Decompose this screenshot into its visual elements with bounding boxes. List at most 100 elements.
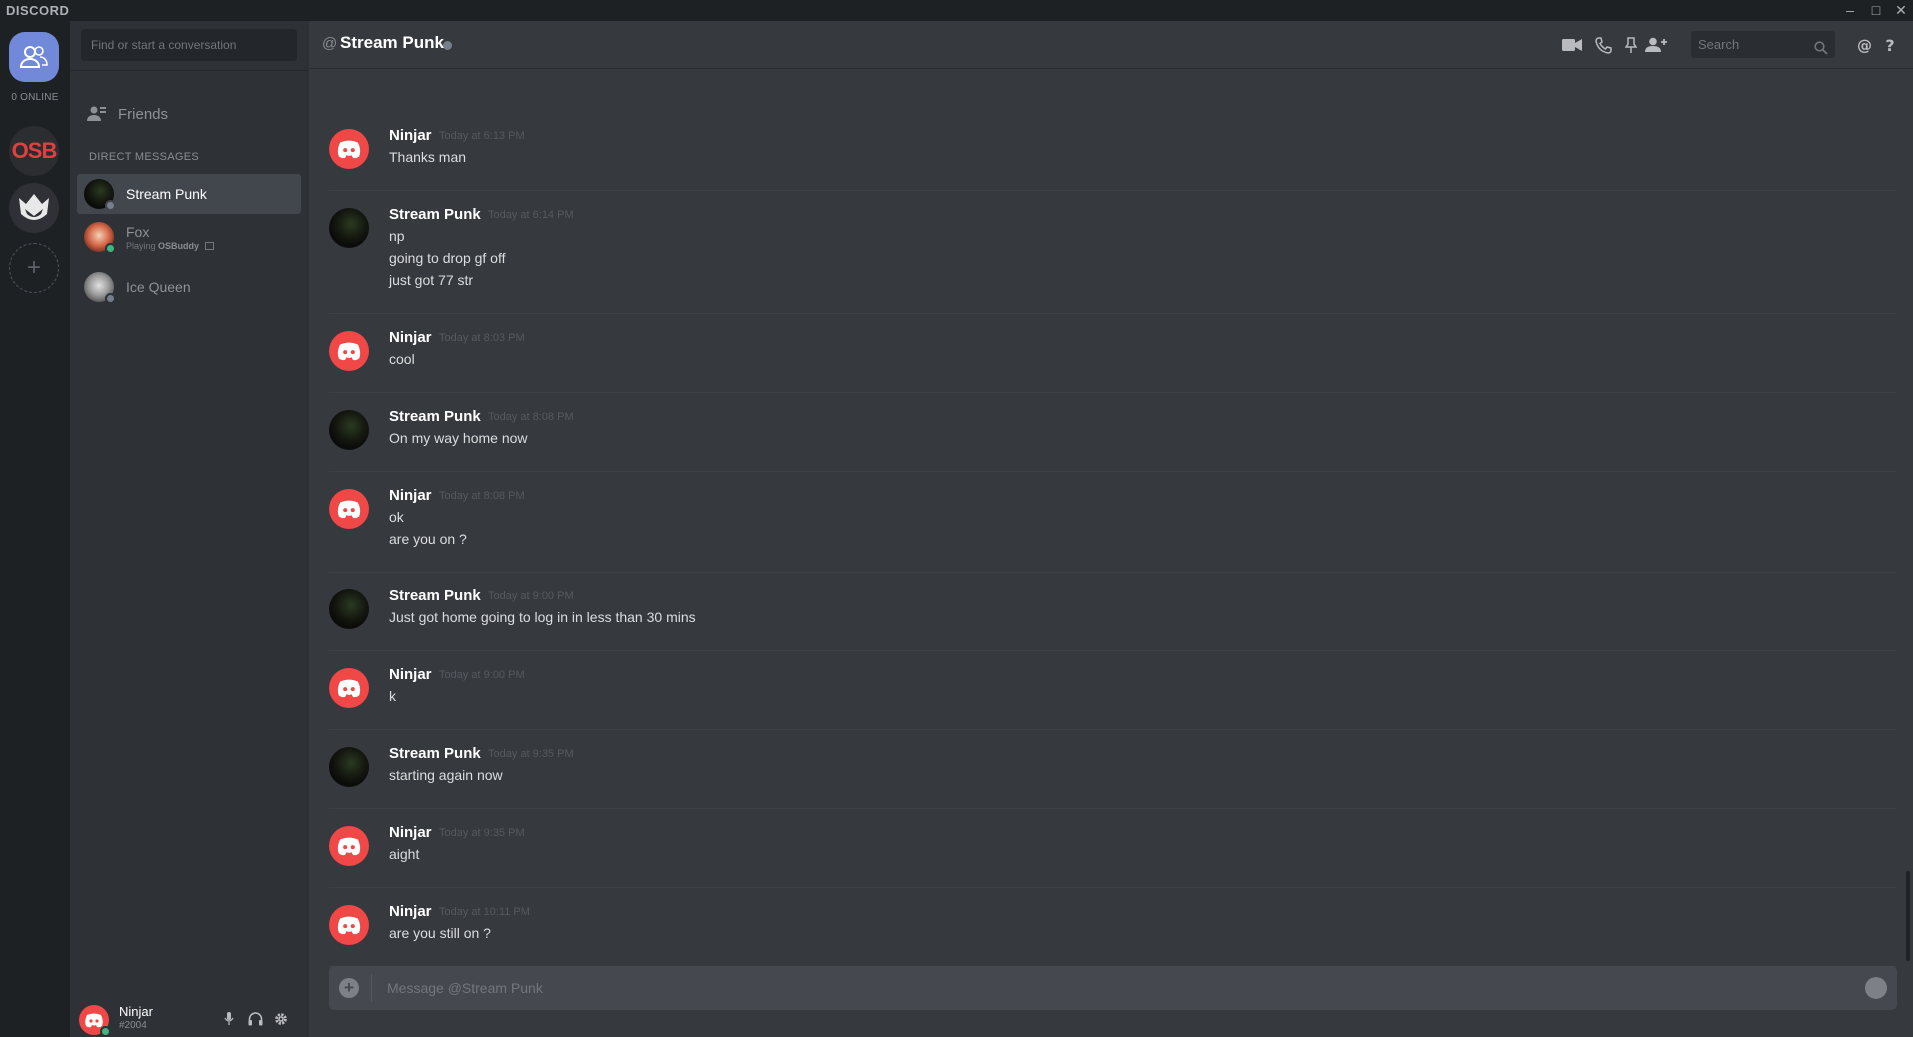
message-text: going to drop gf off: [389, 250, 506, 266]
message-timestamp: Today at 6:14 PM: [488, 209, 574, 221]
dm-item-stream-punk[interactable]: Stream Punk: [77, 174, 301, 214]
message-text: are you still on ?: [389, 925, 491, 941]
message-group: Stream Punk Today at 9:00 PM Just got ho…: [329, 587, 1897, 651]
dm-item-ice-queen[interactable]: Ice Queen: [77, 267, 301, 307]
settings-icon[interactable]: [271, 1009, 291, 1029]
dm-item-fox[interactable]: Fox Playing OSBuddy: [77, 217, 301, 257]
avatar[interactable]: [329, 747, 369, 787]
avatar[interactable]: [329, 410, 369, 450]
user-avatar[interactable]: [79, 1005, 111, 1037]
message-author[interactable]: Ninjar: [389, 329, 432, 346]
message-author[interactable]: Ninjar: [389, 127, 432, 144]
dm-name: Ice Queen: [126, 279, 191, 295]
message-text: Thanks man: [389, 149, 467, 165]
avatar[interactable]: [329, 826, 369, 866]
message-text: Just got home going to log in in less th…: [389, 609, 696, 625]
avatar[interactable]: [329, 668, 369, 708]
add-friend-icon[interactable]: [1645, 34, 1667, 56]
guild-osb[interactable]: OSB: [9, 126, 59, 176]
activity-game: OSBuddy: [158, 240, 200, 251]
crest-icon: [19, 194, 49, 220]
message-author[interactable]: Ninjar: [389, 487, 432, 504]
discord-logo-icon: [337, 140, 361, 158]
friends-nav-item[interactable]: Friends: [78, 97, 301, 131]
phone-call-icon[interactable]: [1592, 34, 1614, 56]
user-panel: Ninjar #2004: [70, 999, 309, 1037]
message-timestamp: Today at 8:08 PM: [488, 411, 574, 423]
at-symbol: @: [322, 35, 338, 52]
avatar: [84, 222, 116, 254]
message-group: Ninjar Today at 6:13 PM Thanks man: [329, 127, 1897, 191]
status-indicator: [443, 41, 452, 50]
message-group: Ninjar Today at 8:08 PM ok are you on ?: [329, 487, 1897, 573]
avatar[interactable]: [329, 331, 369, 371]
message-text: cool: [389, 351, 415, 367]
dm-activity: Playing OSBuddy: [126, 241, 214, 251]
chat-area: @ Stream Punk Search @ ? Ninjar Today at…: [309, 21, 1913, 1037]
avatar[interactable]: [329, 129, 369, 169]
discord-logo-icon: [337, 342, 361, 360]
avatar[interactable]: [329, 905, 369, 945]
friends-label: Friends: [118, 105, 169, 123]
mention-icon[interactable]: @: [1853, 34, 1875, 56]
status-indicator: [105, 200, 116, 211]
find-conversation-input[interactable]: Find or start a conversation: [81, 29, 297, 61]
guild-crest[interactable]: [9, 183, 59, 233]
message-input[interactable]: Message @Stream Punk: [387, 966, 543, 1010]
avatar: [84, 179, 116, 211]
message-author[interactable]: Stream Punk: [389, 745, 481, 762]
message-author[interactable]: Stream Punk: [389, 206, 481, 223]
close-icon[interactable]: ✕: [1890, 0, 1912, 21]
emoji-icon[interactable]: [1865, 977, 1887, 999]
message-author[interactable]: Stream Punk: [389, 587, 481, 604]
app-brand: DISCORD: [6, 3, 70, 18]
avatar[interactable]: [329, 489, 369, 529]
avatar[interactable]: [329, 208, 369, 248]
message-text: np: [389, 228, 405, 244]
video-call-icon[interactable]: [1561, 34, 1583, 56]
dm-name: Stream Punk: [126, 186, 207, 202]
message-timestamp: Today at 10:11 PM: [439, 906, 530, 918]
message-text: ok: [389, 509, 404, 525]
upload-plus-icon[interactable]: +: [339, 978, 359, 998]
game-icon: [204, 242, 214, 251]
message-author[interactable]: Ninjar: [389, 666, 432, 683]
search-input[interactable]: Search: [1691, 31, 1835, 58]
headphones-icon[interactable]: [245, 1009, 265, 1029]
help-icon[interactable]: ?: [1879, 34, 1901, 56]
maximize-icon[interactable]: □: [1865, 0, 1887, 21]
home-button[interactable]: [9, 32, 59, 82]
channel-title: Stream Punk: [340, 33, 444, 52]
message-author[interactable]: Ninjar: [389, 903, 432, 920]
message-text: On my way home now: [389, 430, 528, 446]
message-timestamp: Today at 9:00 PM: [439, 669, 525, 681]
avatar: [84, 272, 116, 304]
user-tag: #2004: [119, 1020, 147, 1031]
discord-logo-icon: [337, 916, 361, 934]
chat-header: @ Stream Punk Search @ ?: [309, 21, 1913, 69]
minimize-icon[interactable]: –: [1839, 0, 1861, 21]
message-author[interactable]: Ninjar: [389, 824, 432, 841]
title-bar: DISCORD – □ ✕: [0, 0, 1913, 21]
guild-sidebar: 0 ONLINE OSB +: [0, 21, 70, 1037]
discord-logo-icon: [337, 679, 361, 697]
message-text: aight: [389, 846, 420, 862]
dm-sidebar: Find or start a conversation Friends DIR…: [70, 21, 309, 1037]
message-group: Stream Punk Today at 9:35 PM starting ag…: [329, 745, 1897, 809]
message-timestamp: Today at 8:08 PM: [439, 490, 525, 502]
pin-icon[interactable]: [1620, 34, 1642, 56]
message-group: Ninjar Today at 8:03 PM cool: [329, 329, 1897, 393]
divider: [371, 974, 372, 1002]
message-timestamp: Today at 9:00 PM: [488, 590, 574, 602]
message-author[interactable]: Stream Punk: [389, 408, 481, 425]
activity-prefix: Playing: [126, 240, 156, 251]
scrollbar-thumb[interactable]: [1906, 871, 1910, 961]
message-timestamp: Today at 9:35 PM: [439, 827, 525, 839]
status-indicator: [100, 1026, 111, 1037]
message-group: Stream Punk Today at 8:08 PM On my way h…: [329, 408, 1897, 472]
message-composer: + Message @Stream Punk: [329, 966, 1897, 1010]
add-server-button[interactable]: +: [9, 243, 59, 293]
microphone-icon[interactable]: [219, 1009, 239, 1029]
svg-text:@: @: [1857, 37, 1872, 54]
avatar[interactable]: [329, 589, 369, 629]
